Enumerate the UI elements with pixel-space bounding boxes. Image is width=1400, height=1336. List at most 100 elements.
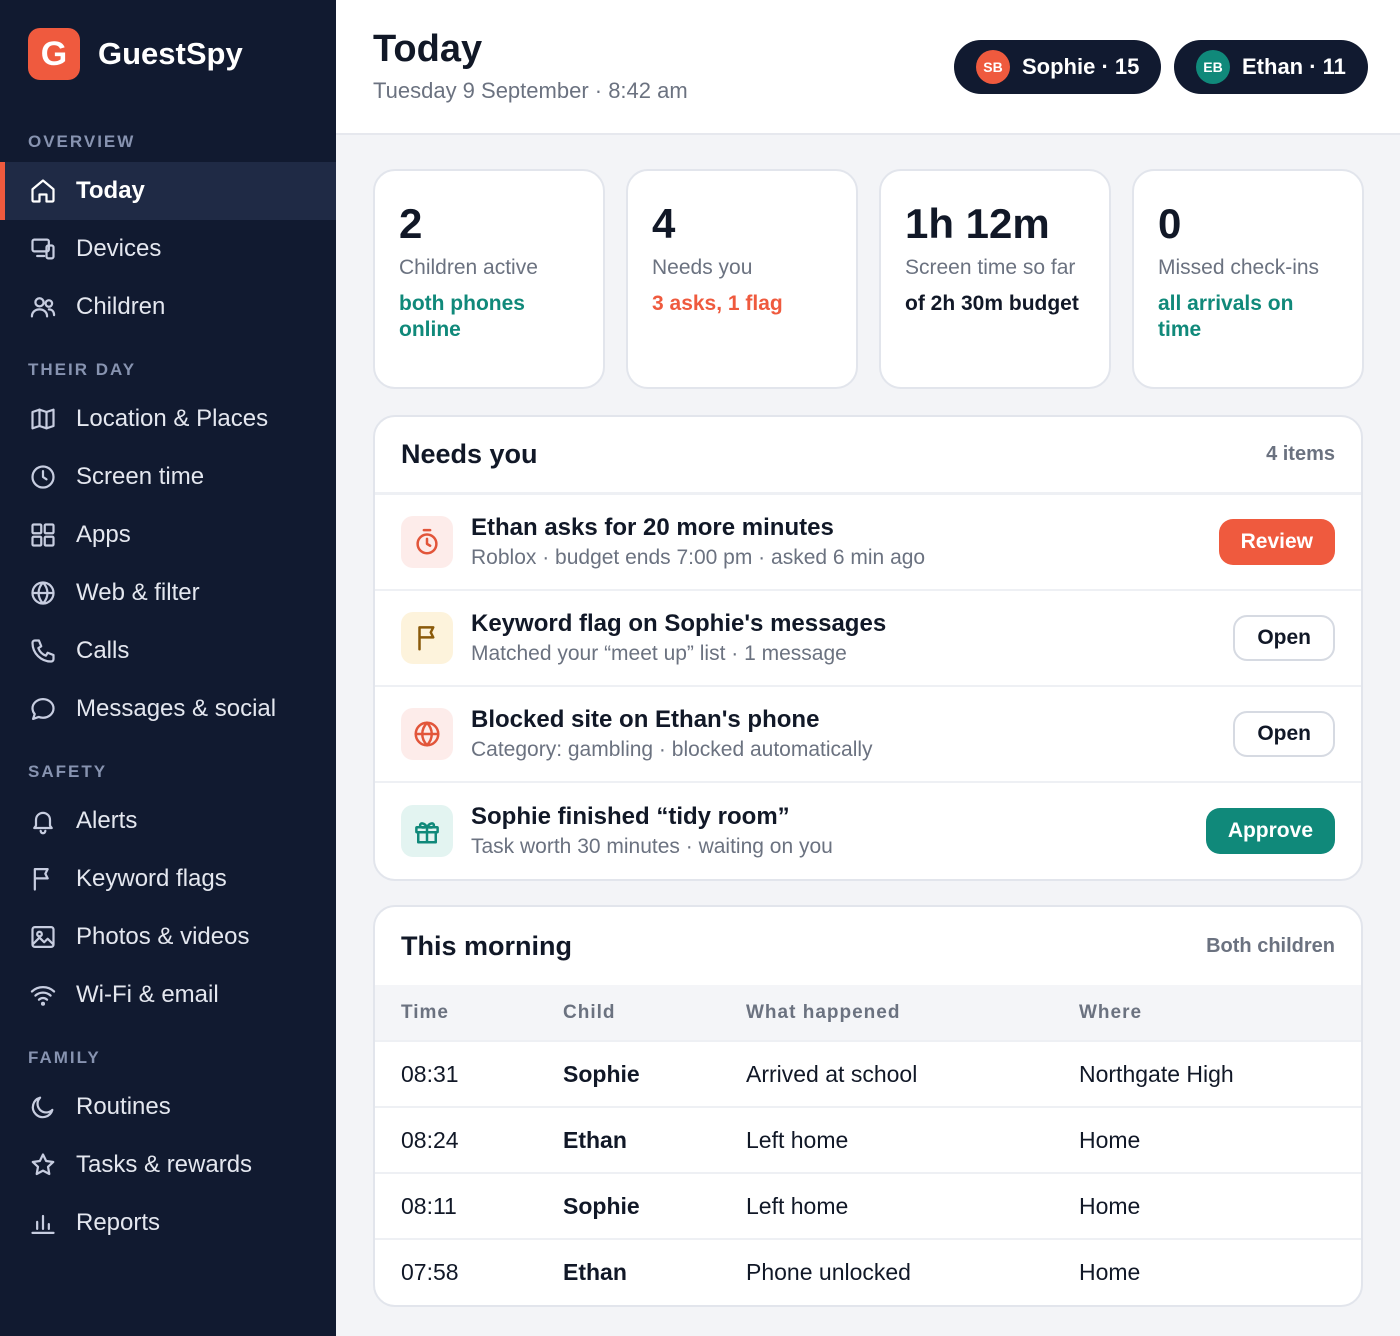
- devices-icon: [28, 234, 58, 264]
- approve-button[interactable]: Approve: [1205, 808, 1335, 854]
- bell-icon: [28, 806, 58, 836]
- need-title: Sophie finished “tidy room”: [471, 803, 790, 830]
- stat-card-needs-you[interactable]: 4 Needs you 3 asks, 1 flag: [626, 169, 858, 389]
- cell-child: Ethan: [563, 1238, 746, 1305]
- need-subtitle: Task worth 30 minutes · waiting on you: [471, 835, 833, 858]
- need-subtitle: Category: gambling · blocked automatical…: [471, 738, 873, 761]
- column-header-child: Child: [563, 1001, 616, 1023]
- needs-you-panel: Needs you 4 items Ethan asks for 20 more…: [373, 415, 1363, 881]
- column-header-time: Time: [401, 1001, 450, 1023]
- image-icon: [28, 922, 58, 952]
- need-subtitle: Matched your “meet up” list · 1 message: [471, 642, 847, 665]
- sidebar-item-label: Photos & videos: [76, 923, 250, 950]
- gift-icon: [401, 805, 453, 857]
- sidebar-item-location[interactable]: Location & Places: [0, 390, 336, 448]
- sidebar-item-alerts[interactable]: Alerts: [0, 792, 336, 850]
- sidebar-item-label: Children: [76, 293, 166, 320]
- cell-time: 07:58: [375, 1238, 563, 1305]
- stat-value: 2: [399, 200, 423, 247]
- stat-label: Needs you: [652, 256, 753, 280]
- cell-time: 08:31: [375, 1040, 563, 1107]
- sidebar-item-label: Devices: [76, 235, 162, 262]
- brand[interactable]: G GuestSpy: [28, 28, 243, 80]
- cell-time: 08:24: [375, 1106, 563, 1173]
- sidebar-item-reports[interactable]: Reports: [0, 1194, 336, 1252]
- users-icon: [28, 292, 58, 322]
- stat-value: 4: [652, 200, 676, 247]
- need-subtitle: Roblox · budget ends 7:00 pm · asked 6 m…: [471, 546, 926, 569]
- sidebar-item-routines[interactable]: Routines: [0, 1078, 336, 1136]
- table-row[interactable]: 07:58 Ethan Phone unlocked Home: [375, 1238, 1361, 1305]
- stat-sub: 3 asks, 1 flag: [652, 292, 783, 316]
- sidebar-item-label: Keyword flags: [76, 865, 227, 892]
- flag-icon: [28, 864, 58, 894]
- table-row[interactable]: 08:24 Ethan Left home Home: [375, 1106, 1361, 1173]
- sidebar-item-today[interactable]: Today: [0, 162, 336, 220]
- sidebar-item-label: Location & Places: [76, 405, 269, 432]
- sidebar-item-web-filter[interactable]: Web & filter: [0, 564, 336, 622]
- panel-header: This morning Both children: [375, 907, 1361, 985]
- page-title: Today: [373, 28, 483, 70]
- timer-icon: [401, 516, 453, 568]
- sidebar-item-calls[interactable]: Calls: [0, 622, 336, 680]
- need-item: Sophie finished “tidy room” Task worth 3…: [375, 783, 1361, 879]
- sidebar-item-label: Routines: [76, 1093, 171, 1120]
- sidebar-item-photos[interactable]: Photos & videos: [0, 908, 336, 966]
- child-pill-sophie[interactable]: SB Sophie · 15: [954, 40, 1162, 94]
- cell-child: Sophie: [563, 1172, 746, 1239]
- need-item: Ethan asks for 20 more minutes Roblox · …: [375, 495, 1361, 591]
- wifi-icon: [28, 980, 58, 1010]
- child-pill-ethan[interactable]: EB Ethan · 11: [1174, 40, 1368, 94]
- cell-child: Ethan: [563, 1106, 746, 1173]
- home-icon: [28, 176, 58, 206]
- open-button[interactable]: Open: [1233, 615, 1335, 661]
- stat-card-missed-checkins[interactable]: 0 Missed check-ins all arrivals on time: [1132, 169, 1364, 389]
- cell-event: Left home: [746, 1172, 1079, 1239]
- sidebar-item-tasks-rewards[interactable]: Tasks & rewards: [0, 1136, 336, 1194]
- cell-where: Home: [1079, 1172, 1361, 1239]
- sidebar-item-keyword-flags[interactable]: Keyword flags: [0, 850, 336, 908]
- cell-where: Home: [1079, 1238, 1361, 1305]
- column-header-where: Where: [1079, 1001, 1143, 1023]
- section-label-family: FAMILY: [28, 1048, 101, 1067]
- cell-child: Sophie: [563, 1040, 746, 1107]
- sidebar-item-messages[interactable]: Messages & social: [0, 680, 336, 738]
- sidebar-item-screen-time[interactable]: Screen time: [0, 448, 336, 506]
- stat-label: Children active: [399, 256, 538, 280]
- stat-card-children-active[interactable]: 2 Children active both phones online: [373, 169, 605, 389]
- sidebar-item-label: Screen time: [76, 463, 205, 490]
- table-row[interactable]: 08:31 Sophie Arrived at school Northgate…: [375, 1040, 1361, 1107]
- sidebar-item-devices[interactable]: Devices: [0, 220, 336, 278]
- sidebar-item-label: Alerts: [76, 807, 138, 834]
- stat-sub: of 2h 30m budget: [905, 292, 1079, 316]
- avatar: EB: [1196, 50, 1230, 84]
- panel-title: Needs you: [401, 439, 538, 469]
- stat-sub: both phones online: [399, 292, 525, 342]
- sidebar-item-wifi-email[interactable]: Wi-Fi & email: [0, 966, 336, 1024]
- sidebar-item-label: Today: [76, 177, 145, 204]
- stat-value: 0: [1158, 200, 1182, 247]
- need-item: Blocked site on Ethan's phone Category: …: [375, 687, 1361, 783]
- sidebar-item-label: Tasks & rewards: [76, 1151, 253, 1178]
- sidebar: G GuestSpy OVERVIEW Today Devices Childr…: [0, 0, 336, 1336]
- globe-icon: [28, 578, 58, 608]
- page-date: Tuesday 9 September · 8:42 am: [373, 78, 688, 103]
- child-filter[interactable]: Both children: [1206, 935, 1335, 958]
- child-pill-label: Ethan · 11: [1242, 54, 1346, 79]
- moon-icon: [28, 1092, 58, 1122]
- star-icon: [28, 1150, 58, 1180]
- sidebar-item-apps[interactable]: Apps: [0, 506, 336, 564]
- column-header-what: What happened: [746, 1001, 901, 1023]
- globe-icon: [401, 708, 453, 760]
- table-row[interactable]: 08:11 Sophie Left home Home: [375, 1172, 1361, 1239]
- stat-label: Screen time so far: [905, 256, 1076, 280]
- review-button[interactable]: Review: [1218, 519, 1335, 565]
- cell-where: Northgate High: [1079, 1040, 1361, 1107]
- sidebar-item-label: Messages & social: [76, 695, 277, 722]
- open-button[interactable]: Open: [1233, 711, 1335, 757]
- need-title: Ethan asks for 20 more minutes: [471, 514, 834, 541]
- need-title: Blocked site on Ethan's phone: [471, 706, 820, 733]
- stat-card-screen-time[interactable]: 1h 12m Screen time so far of 2h 30m budg…: [879, 169, 1111, 389]
- sidebar-item-children[interactable]: Children: [0, 278, 336, 336]
- section-label-safety: SAFETY: [28, 762, 108, 781]
